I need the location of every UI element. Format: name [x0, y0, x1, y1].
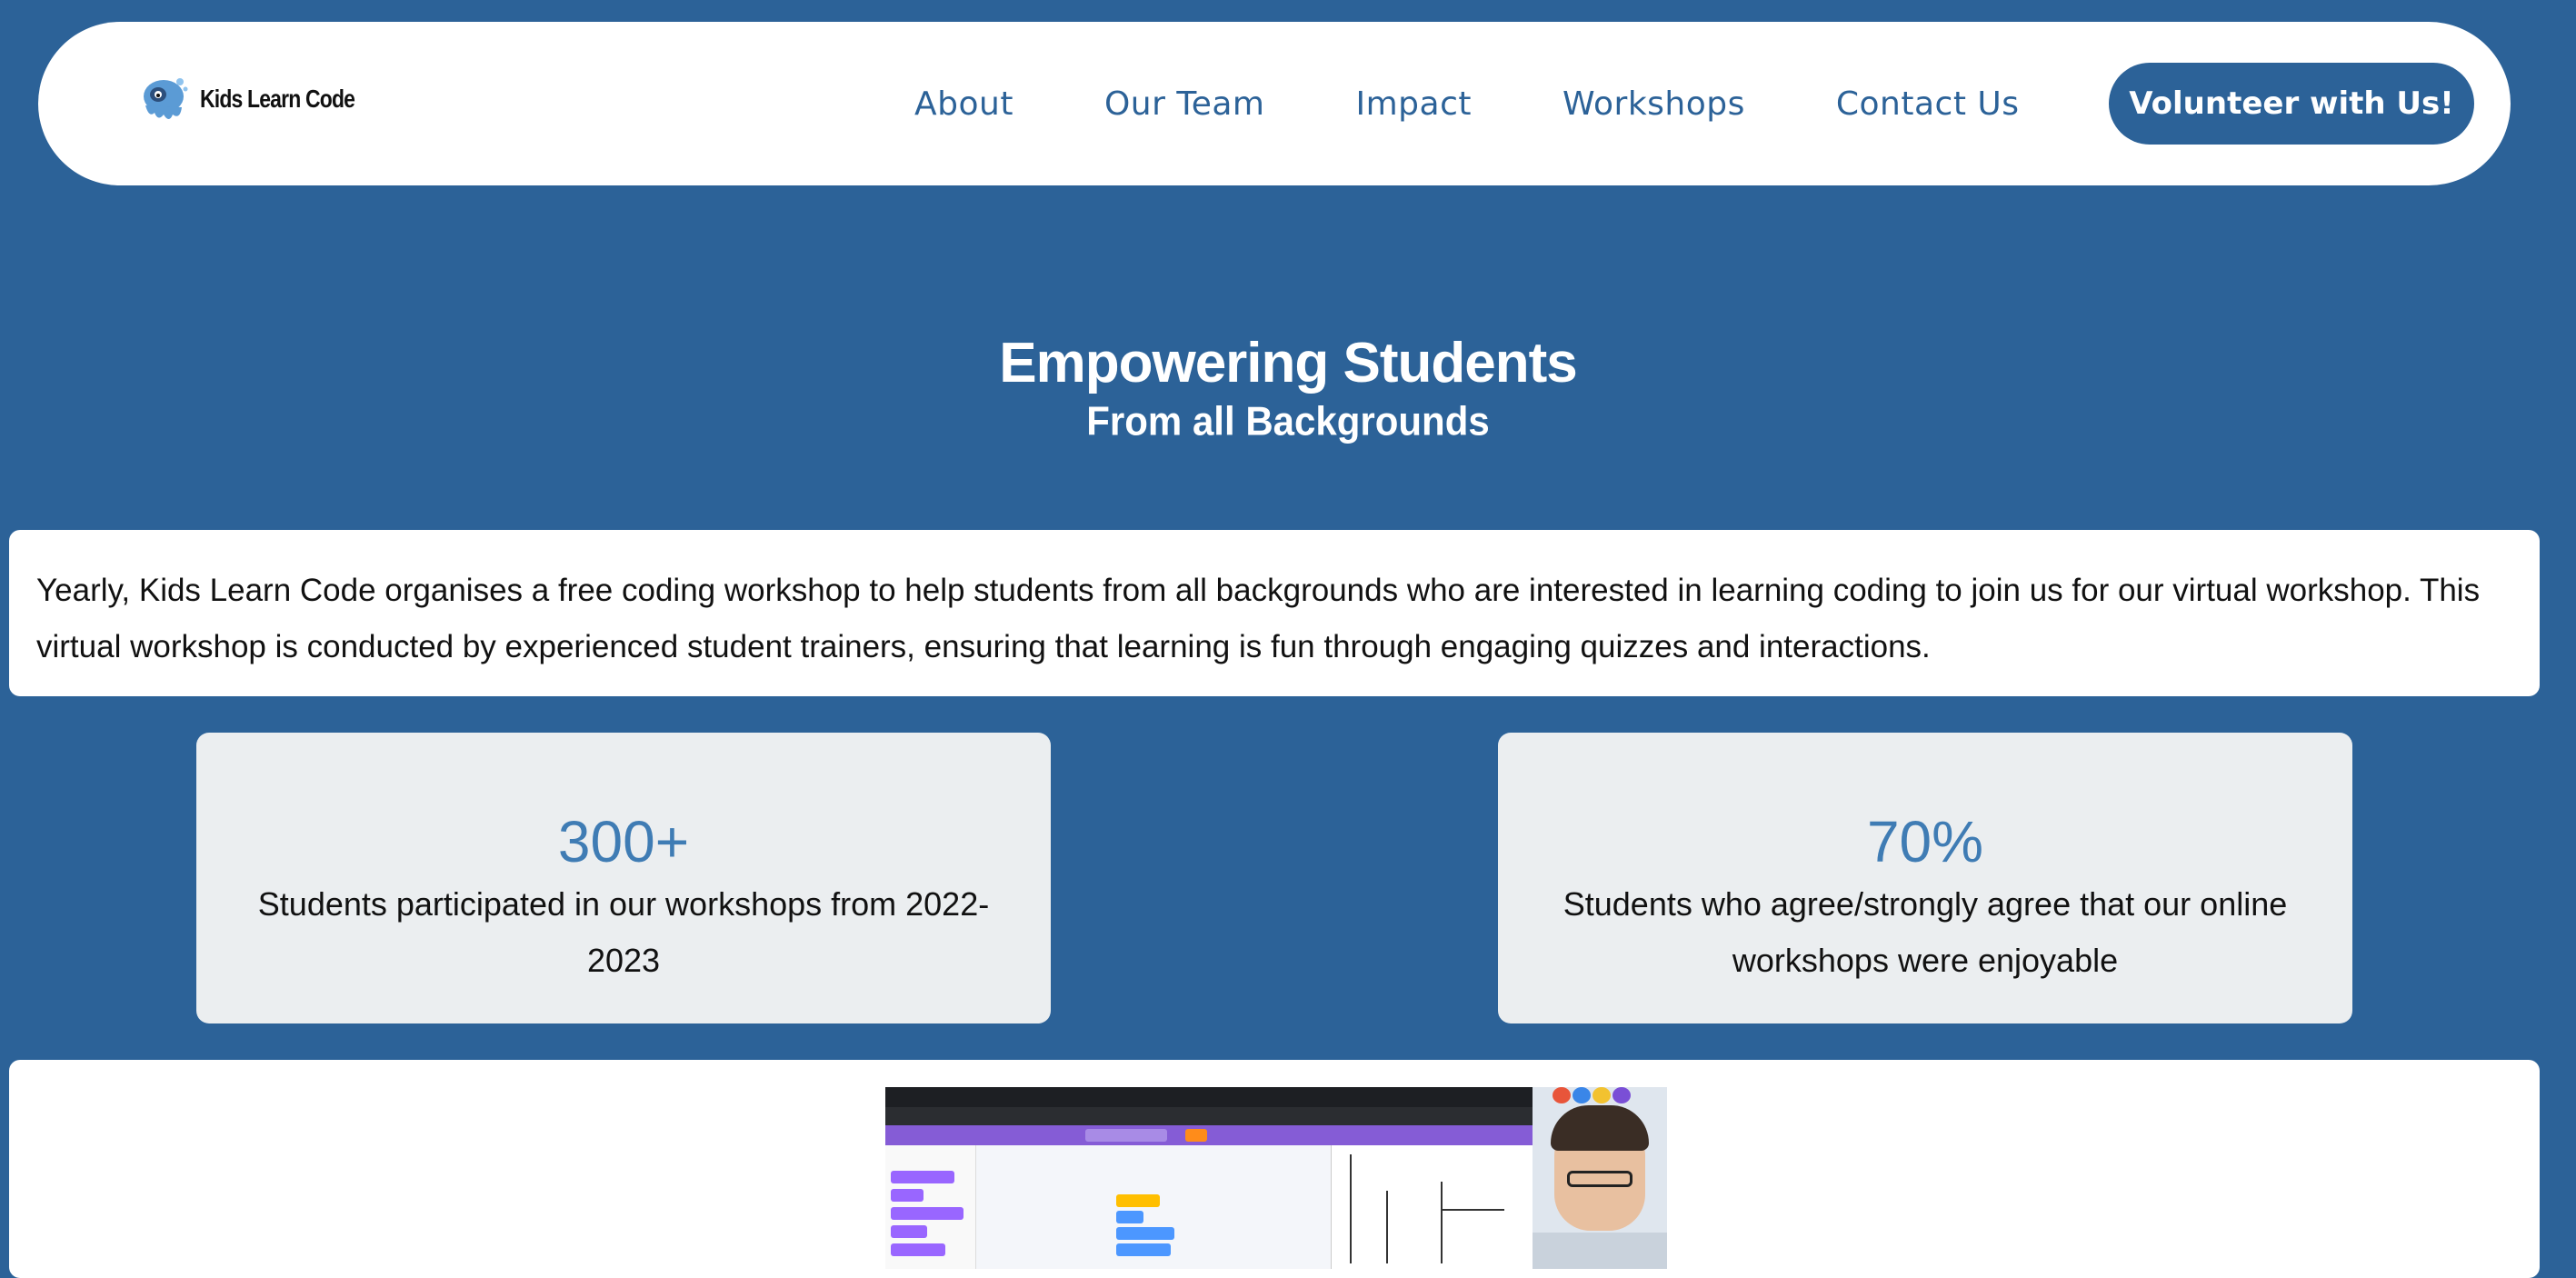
block-palette-graphic: [885, 1145, 976, 1269]
stat-card-enjoyment: 70% Students who agree/strongly agree th…: [1498, 733, 2352, 1023]
octopus-logo-icon: [144, 78, 188, 119]
sticker-graphic: [1612, 1087, 1631, 1103]
code-block-graphic: [1116, 1227, 1174, 1240]
menu-chip-graphic: [1185, 1129, 1207, 1142]
nav-link-impact[interactable]: Impact: [1355, 85, 1472, 123]
stage-line-graphic: [1386, 1191, 1388, 1263]
stat-card-students: 300+ Students participated in our worksh…: [196, 733, 1051, 1023]
hero-subtitle: From all Backgrounds: [1086, 398, 1490, 444]
sticker-graphic: [1553, 1087, 1571, 1103]
stat-value: 300+: [557, 809, 690, 874]
webcam-photo-image: [1533, 1087, 1667, 1269]
glasses-graphic: [1567, 1171, 1632, 1187]
code-block-graphic: [891, 1225, 927, 1238]
sticker-graphic: [1593, 1087, 1611, 1103]
nav-link-contact-us[interactable]: Contact Us: [1836, 85, 2020, 123]
main-nav: About Our Team Impact Workshops Contact …: [914, 22, 2111, 185]
stage-graphic: [1331, 1145, 1533, 1269]
brand-link[interactable]: Kids Learn Code: [136, 73, 388, 125]
code-block-graphic: [891, 1189, 924, 1202]
nav-link-our-team[interactable]: Our Team: [1104, 85, 1265, 123]
sticker-graphic: [1573, 1087, 1591, 1103]
hero-title: Empowering Students: [999, 332, 1577, 394]
media-card: [9, 1060, 2540, 1278]
stat-description: Students participated in our workshops f…: [257, 885, 990, 979]
navbar: Kids Learn Code About Our Team Impact Wo…: [38, 22, 2511, 185]
code-block-graphic: [1116, 1211, 1143, 1223]
intro-text: Yearly, Kids Learn Code organises a free…: [36, 573, 2481, 664]
browser-url-bar-graphic: [885, 1107, 1533, 1125]
stat-value: 70%: [1866, 809, 1984, 874]
hair-graphic: [1551, 1105, 1649, 1151]
code-block-graphic: [1116, 1194, 1160, 1207]
nav-link-about[interactable]: About: [914, 85, 1013, 123]
workshop-screenshot-image: [885, 1087, 1533, 1269]
stage-line-graphic: [1441, 1209, 1504, 1211]
volunteer-button[interactable]: Volunteer with Us!: [2109, 63, 2474, 145]
browser-tabs-graphic: [885, 1087, 1533, 1107]
stage-line-graphic: [1350, 1154, 1352, 1263]
brand-name: Kids Learn Code: [200, 85, 355, 113]
editor-menubar-graphic: [885, 1125, 1533, 1145]
code-block-graphic: [891, 1171, 954, 1183]
nav-link-workshops[interactable]: Workshops: [1563, 85, 1745, 123]
shirt-graphic: [1533, 1233, 1667, 1269]
code-block-graphic: [891, 1207, 964, 1220]
intro-card: Yearly, Kids Learn Code organises a free…: [9, 530, 2540, 696]
stat-description: Students who agree/strongly agree that o…: [1563, 885, 2288, 979]
menu-chip-graphic: [1085, 1129, 1167, 1142]
stage-line-graphic: [1441, 1182, 1443, 1263]
